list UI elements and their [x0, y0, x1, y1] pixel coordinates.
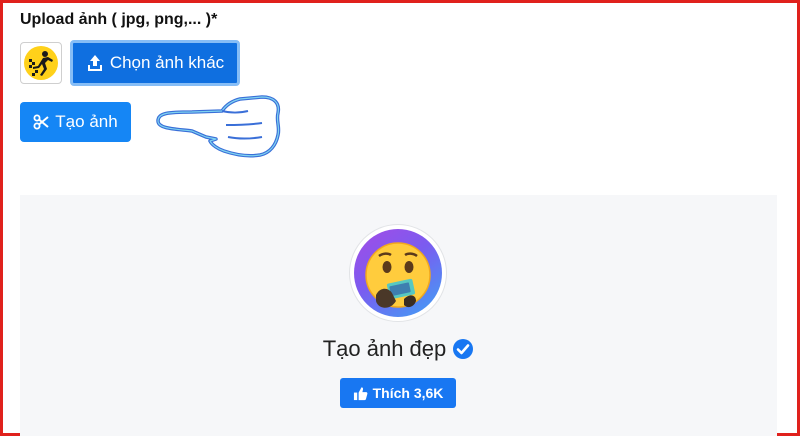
like-button-label: Thích 3,6K — [372, 385, 444, 401]
choose-button-label: Chọn ảnh khác — [109, 53, 225, 72]
running-man-icon — [24, 46, 58, 80]
care-emoji-avatar-image — [354, 229, 442, 317]
verified-check-icon — [452, 338, 474, 360]
preview-card: Tạo ảnh đẹp Thích 3,6K — [20, 195, 777, 436]
like-button[interactable]: Thích 3,6K — [340, 378, 456, 408]
upload-icon — [86, 54, 104, 72]
preview-title: Tạo ảnh đẹp — [322, 336, 447, 361]
thumbs-up-icon — [353, 386, 368, 401]
avatar — [350, 225, 446, 321]
preview-title-row: Tạo ảnh đẹp — [20, 336, 777, 362]
uploaded-image-thumbnail — [20, 42, 62, 84]
choose-another-image-button[interactable]: Chọn ảnh khác — [70, 40, 240, 86]
scissors-icon — [33, 114, 49, 130]
pointing-hand-icon — [152, 95, 284, 161]
create-button-label: Tạo ảnh — [55, 112, 118, 131]
upload-label: Upload ảnh ( jpg, png,... )* — [20, 11, 218, 28]
create-image-button[interactable]: Tạo ảnh — [20, 102, 131, 142]
